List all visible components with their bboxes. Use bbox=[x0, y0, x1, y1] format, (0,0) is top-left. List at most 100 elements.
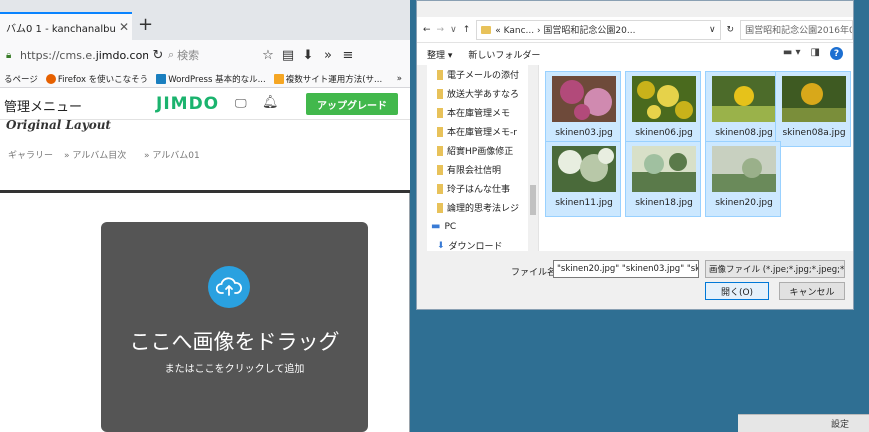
menu-icon[interactable]: ≡ bbox=[338, 48, 358, 63]
cancel-button[interactable]: キャンセル bbox=[779, 282, 845, 300]
folder-icon bbox=[437, 69, 443, 80]
breadcrumb-album01[interactable]: » アルバム01 bbox=[144, 148, 200, 161]
organize-button[interactable]: 整理 ▾ bbox=[427, 48, 452, 61]
file-name: skinen18.jpg bbox=[635, 198, 693, 208]
drop-title: ここへ画像をドラッグ bbox=[129, 330, 340, 354]
bookmark-label: 複数サイト運用方法(サ... bbox=[285, 74, 383, 85]
tree-item-label: 有限会社信明 bbox=[447, 166, 502, 176]
preview-pane-icon[interactable]: ◨ bbox=[811, 47, 820, 60]
tree-item-label: ダウンロード bbox=[448, 242, 503, 251]
photo-thumbnail bbox=[632, 76, 696, 122]
bell-icon[interactable]: 🔔︎ bbox=[262, 95, 279, 110]
bookmark-item[interactable]: 複数サイト運用方法(サ... bbox=[273, 73, 383, 85]
reload-icon[interactable]: ↻ bbox=[148, 48, 168, 63]
tree-item[interactable]: 電子メールの添付 bbox=[427, 65, 538, 84]
file-name: skinen06.jpg bbox=[635, 128, 693, 138]
forward-icon[interactable]: → bbox=[437, 25, 445, 35]
filetype-select[interactable]: 画像ファイル (*.jpe;*.jpg;*.jpeg;*.g ∨ bbox=[705, 260, 845, 278]
refresh-icon[interactable]: ↻ bbox=[727, 25, 735, 35]
url-prefix: https://cms.e. bbox=[20, 48, 96, 62]
tree-item[interactable]: 放送大学あすなろ bbox=[427, 84, 538, 103]
cloud-upload-icon bbox=[208, 266, 250, 308]
section-divider bbox=[0, 190, 410, 193]
jimdo-logo: JIMDO bbox=[156, 94, 220, 114]
download-icon[interactable]: ⬇ bbox=[298, 48, 318, 63]
tree-item[interactable]: 本在庫管理メモ bbox=[427, 103, 538, 122]
dialog-search-input[interactable]: 国営昭和記念公園2016年03月... ⌕ bbox=[740, 19, 853, 40]
folder-tree: 電子メールの添付 放送大学あすなろ 本在庫管理メモ 本在庫管理メモ-r 紹實HP… bbox=[427, 65, 539, 251]
file-item[interactable]: skinen08.jpg bbox=[705, 71, 781, 147]
search-placeholder: 検索 bbox=[177, 49, 200, 62]
tree-item[interactable]: 玲子はんな仕事 bbox=[427, 179, 538, 198]
file-item[interactable]: skinen06.jpg bbox=[625, 71, 701, 147]
back-icon[interactable]: ← bbox=[423, 25, 431, 35]
search-icon: ⌕ bbox=[168, 48, 175, 61]
bookmark-label: るページ bbox=[4, 74, 38, 85]
path-breadcrumb[interactable]: « Kanc... › 国営昭和記念公園20... ∨ bbox=[476, 19, 721, 40]
tab-album[interactable]: バム0 1 - kanchanalbun ✕ bbox=[0, 12, 132, 40]
address-bar[interactable]: https://cms.e.jimdo.com/: bbox=[20, 49, 148, 62]
help-icon[interactable]: ? bbox=[830, 47, 843, 60]
tree-item-pc[interactable]: ▬ PC bbox=[427, 217, 538, 236]
photo-thumbnail bbox=[552, 146, 616, 192]
file-item[interactable]: skinen08a.jpg bbox=[775, 71, 851, 147]
dialog-toolbar: 整理 ▾ 新しいフォルダー ▬ ▾ ◨ ? bbox=[417, 43, 853, 65]
new-tab-button[interactable]: + bbox=[138, 16, 153, 34]
tree-item-label: 紹實HP画像修正 bbox=[447, 147, 514, 157]
tree-item-label: 本在庫管理メモ bbox=[447, 109, 511, 119]
file-name: skinen11.jpg bbox=[555, 198, 613, 208]
open-button[interactable]: 開く(O) bbox=[705, 282, 769, 300]
lock-icon: 🔒︎ bbox=[6, 50, 12, 61]
bookmarks-more-button[interactable]: » bbox=[397, 74, 402, 84]
photo-thumbnail bbox=[632, 146, 696, 192]
bookmark-label: Firefox を使いこなそう bbox=[57, 74, 149, 85]
admin-menu-label[interactable]: 管理メニュー bbox=[4, 96, 82, 115]
navigation-bar: 🔒︎ https://cms.e.jimdo.com/: ↻ ⌕ 検索 ☆ ▤ … bbox=[0, 40, 410, 70]
filetype-value: 画像ファイル (*.jpe;*.jpg;*.jpeg;*.g bbox=[709, 265, 845, 275]
breadcrumb-gallery[interactable]: ギャラリー bbox=[8, 148, 53, 161]
photo-thumbnail bbox=[552, 76, 616, 122]
folder-icon bbox=[437, 107, 443, 118]
search-input[interactable]: ⌕ 検索 bbox=[168, 47, 258, 63]
image-drop-zone[interactable]: ここへ画像をドラッグ またはここをクリックして追加 bbox=[101, 222, 368, 432]
chevron-down-icon[interactable]: ∨ bbox=[450, 25, 457, 35]
view-mode-icon[interactable]: ▬ ▾ bbox=[783, 47, 801, 60]
file-item[interactable]: skinen20.jpg bbox=[705, 141, 781, 217]
file-item[interactable]: skinen18.jpg bbox=[625, 141, 701, 217]
breadcrumb-album-index[interactable]: » アルバム目次 bbox=[64, 148, 126, 161]
file-open-dialog: ← → ∨ ↑ « Kanc... › 国営昭和記念公園20... ∨ ↻ 国営… bbox=[416, 0, 854, 310]
bookmark-item[interactable]: Firefox を使いこなそう bbox=[45, 73, 149, 85]
up-icon[interactable]: ↑ bbox=[463, 25, 471, 35]
folder-icon bbox=[437, 145, 443, 156]
tree-item[interactable]: 本在庫管理メモ-r bbox=[427, 122, 538, 141]
tree-item-label: 論理的思考法レジ bbox=[447, 204, 520, 214]
file-item[interactable]: skinen11.jpg bbox=[545, 141, 621, 217]
tree-item-label: PC bbox=[444, 221, 457, 232]
desktop: バム0 1 - kanchanalbun ✕ + 🔒︎ https://cms.… bbox=[0, 0, 869, 432]
folder-icon bbox=[437, 183, 443, 194]
bookmark-item[interactable]: WordPress 基本的なル... bbox=[156, 73, 266, 85]
path-text: « Kanc... › 国営昭和記念公園20... bbox=[495, 26, 636, 36]
monitor-icon[interactable]: 🖵 bbox=[235, 96, 247, 111]
tree-item[interactable]: 有限会社信明 bbox=[427, 160, 538, 179]
tree-scrollbar[interactable] bbox=[528, 65, 538, 251]
dialog-address-row: ← → ∨ ↑ « Kanc... › 国営昭和記念公園20... ∨ ↻ 国営… bbox=[417, 17, 853, 43]
pc-icon: ▬ bbox=[431, 221, 441, 232]
file-item[interactable]: skinen03.jpg bbox=[545, 71, 621, 147]
filename-input[interactable]: "skinen20.jpg" "skinen03.jpg" "ski ∨ bbox=[553, 260, 699, 278]
tree-item-downloads[interactable]: ⬇ ダウンロード bbox=[427, 236, 538, 252]
upgrade-button[interactable]: アップグレード bbox=[306, 93, 398, 115]
path-dropdown-icon[interactable]: ∨ bbox=[709, 25, 716, 35]
library-icon[interactable]: ▤ bbox=[278, 48, 298, 63]
bookmark-item[interactable]: るページ bbox=[4, 73, 38, 85]
new-folder-button[interactable]: 新しいフォルダー bbox=[468, 48, 540, 61]
overflow-icon[interactable]: » bbox=[318, 48, 338, 63]
bookmarks-toolbar: るページ Firefox を使いこなそう WordPress 基本的なル... … bbox=[0, 70, 410, 88]
tree-item[interactable]: 紹實HP画像修正 bbox=[427, 141, 538, 160]
firefox-window: バム0 1 - kanchanalbun ✕ + 🔒︎ https://cms.… bbox=[0, 0, 410, 432]
tree-item[interactable]: 論理的思考法レジ bbox=[427, 198, 538, 217]
close-icon[interactable]: ✕ bbox=[116, 20, 132, 34]
settings-button[interactable]: 設定 bbox=[738, 414, 869, 432]
star-icon[interactable]: ☆ bbox=[258, 48, 278, 63]
scrollbar-thumb[interactable] bbox=[530, 185, 536, 215]
